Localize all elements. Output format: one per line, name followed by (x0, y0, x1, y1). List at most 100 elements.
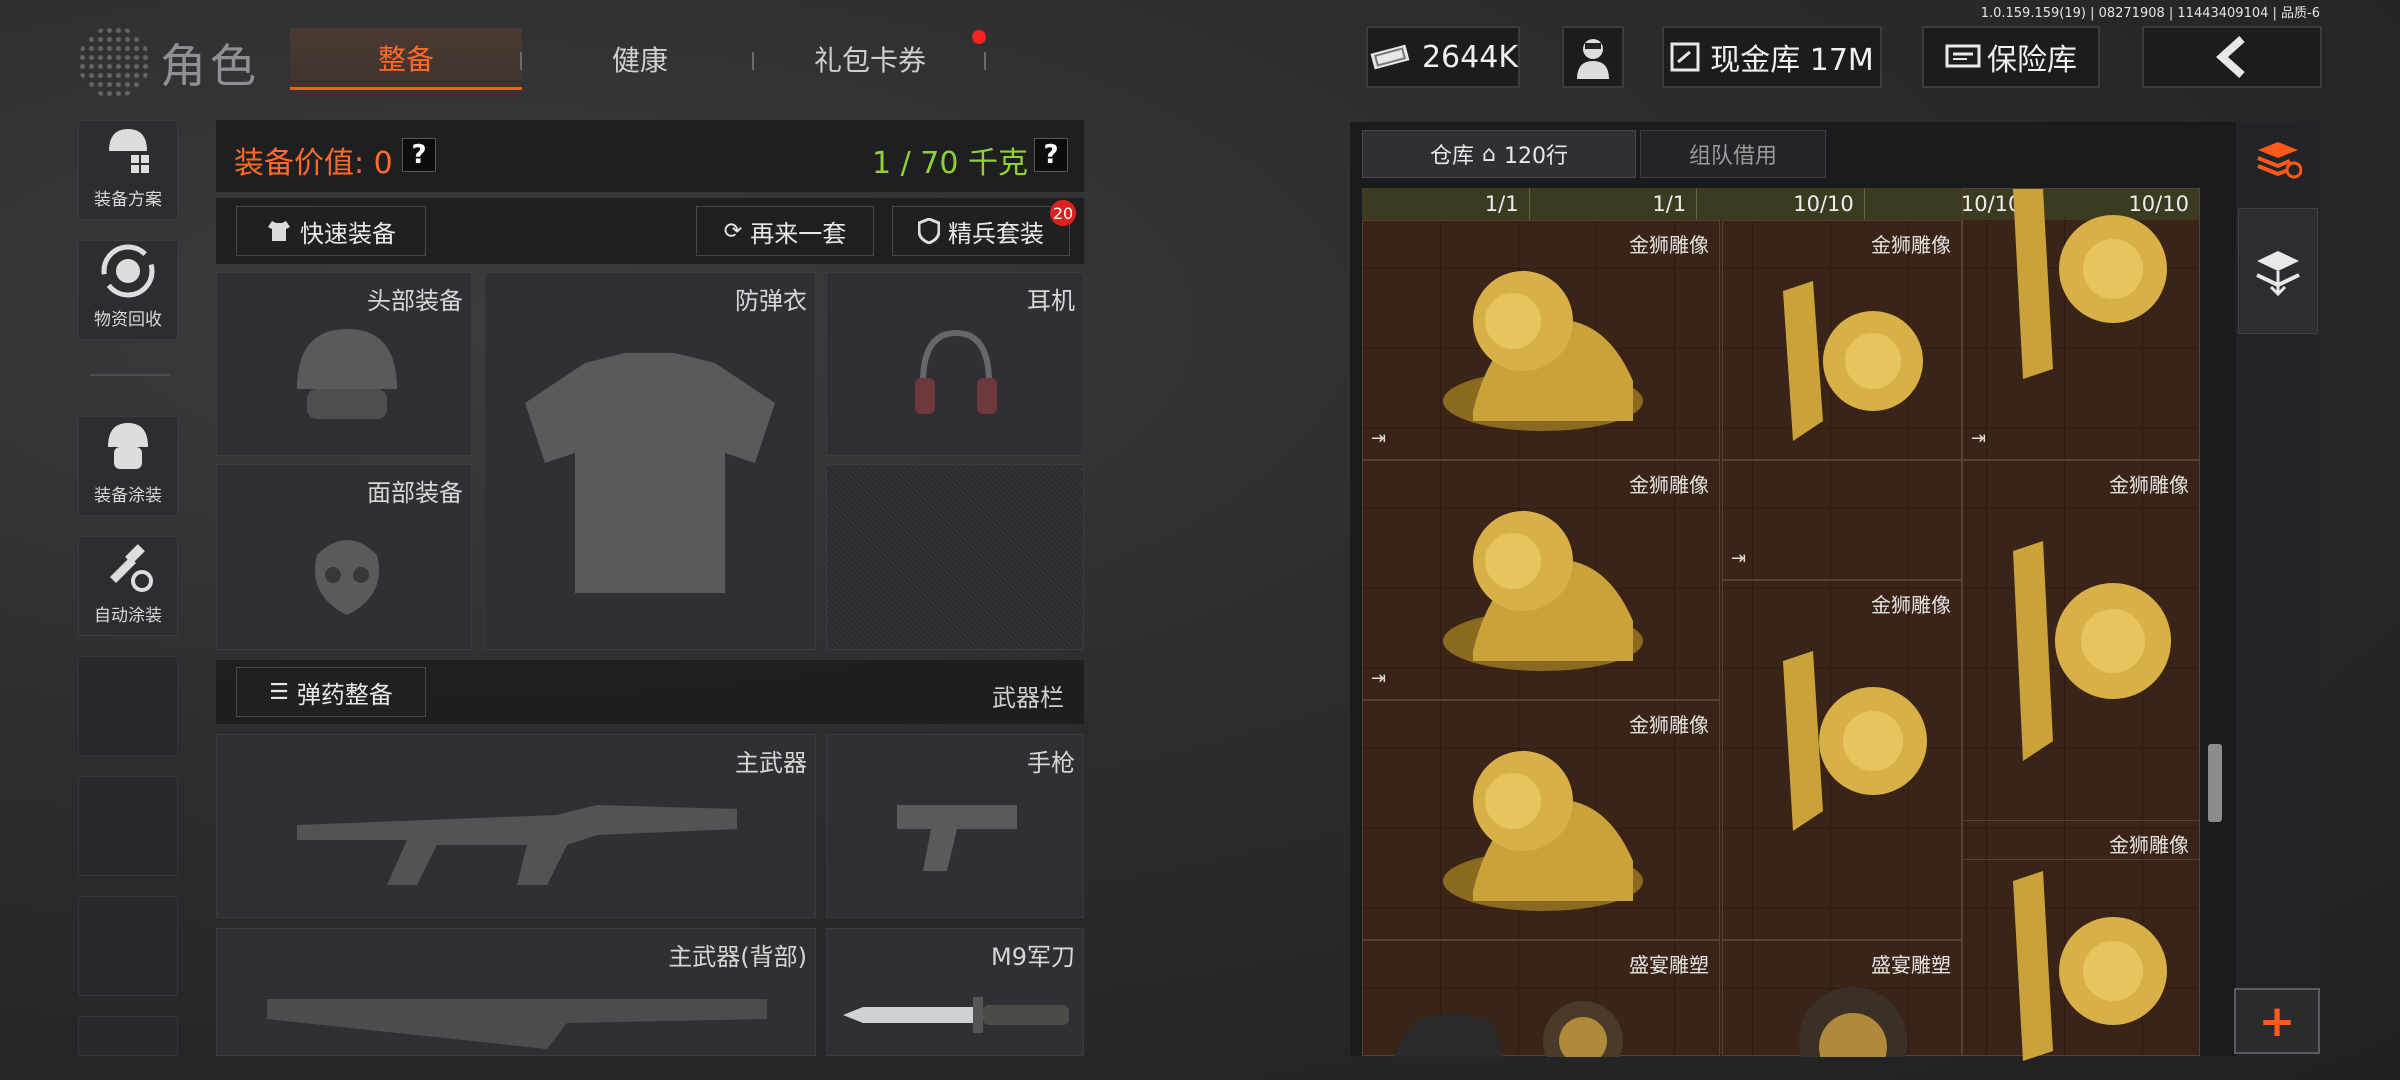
move-out-icon[interactable]: ⇥ (1731, 548, 1746, 569)
tab-team-borrow[interactable]: 组队借用 (1640, 130, 1826, 178)
gold-lion-statue-icon (1443, 751, 1643, 911)
headset-icon (915, 329, 997, 414)
move-out-icon[interactable]: ⇥ (1371, 428, 1386, 449)
head-gear-slot[interactable]: 头部装备 (216, 272, 472, 456)
storage-item[interactable]: ⇥ (1962, 188, 2200, 460)
storage-scrollbar[interactable] (2208, 744, 2222, 822)
weapon-bar-label: 武器栏 (992, 684, 1064, 712)
storage-item[interactable]: 盛宴雕塑 (1362, 940, 1720, 1057)
ammo-icon: ☰ (269, 679, 289, 705)
tab-health[interactable]: 健康 (530, 28, 750, 90)
again-set-button[interactable]: ⟳ 再来一套 (696, 206, 874, 256)
item-name: 盛宴雕塑 (1629, 953, 1709, 977)
slot-label: 手枪 (1027, 749, 1075, 777)
quick-equip-button[interactable]: 快速装备 (236, 206, 426, 256)
storage-item[interactable]: 金狮雕像 ⇥ (1362, 220, 1720, 460)
tab-equip[interactable]: 整备 (290, 28, 522, 90)
primary-back-weapon-slot[interactable]: 主武器(背部) (216, 928, 816, 1056)
body-armor-slot[interactable]: 防弹衣 (484, 272, 816, 650)
stack-count: 1/1 (1362, 188, 1530, 220)
layer-download-button[interactable] (2238, 208, 2318, 334)
storage-item[interactable]: 金狮雕像 (1722, 220, 1962, 460)
sidebar-item-recycle[interactable]: 物资回收 (78, 240, 178, 340)
knife-slot[interactable]: M9军刀 (826, 928, 1084, 1056)
layers-download-icon (2256, 251, 2300, 297)
pistol-icon (897, 805, 1017, 871)
safe-box-label: 保险库 (1987, 43, 2077, 78)
value-help-icon[interactable]: ? (402, 138, 436, 172)
empty-sidebar-slot (78, 896, 178, 996)
sidebar-item-auto-paint[interactable]: 自动涂装 (78, 536, 178, 636)
feast-sculpture-icon (1393, 1001, 1623, 1057)
slot-label: 面部装备 (367, 479, 463, 507)
equipment-value: 装备价值: 0 (234, 146, 393, 181)
storage-item[interactable]: 金狮雕像 (1962, 820, 2200, 1061)
equip-actions-bar: 快速装备 ⟳ 再来一套 精兵套装 20 (216, 198, 1084, 264)
slot-label: 头部装备 (367, 287, 463, 315)
equipment-value-bar: 装备价值: 0 ? 1 / 70 千克 ? (216, 120, 1084, 192)
safe-box-button[interactable]: 保险库 (1922, 26, 2100, 88)
again-set-label: 再来一套 (750, 219, 847, 248)
elite-set-badge: 20 (1050, 200, 1076, 226)
empty-sidebar-slot (78, 1016, 178, 1056)
elite-set-button[interactable]: 精兵套装 (892, 206, 1070, 256)
safe-icon (1945, 44, 1981, 68)
back-button[interactable] (2142, 26, 2322, 88)
stack-count: 1/1 (1530, 188, 1698, 220)
gold-lion-statue-icon (1783, 281, 1923, 441)
money-amount: 2644K (1421, 39, 1518, 75)
trader-button[interactable] (1562, 26, 1624, 88)
gold-lion-statue-icon (2013, 871, 2167, 1061)
auto-paint-icon (110, 544, 153, 592)
slot-label: 防弹衣 (735, 287, 807, 315)
tab-warehouse[interactable]: 仓库 ⌂ 120行 (1362, 130, 1636, 178)
primary-weapon-slot[interactable]: 主武器 (216, 734, 816, 918)
helmet-icon (297, 329, 397, 419)
tab-gift-coupons[interactable]: 礼包卡券 (760, 28, 980, 90)
ammo-bar: ☰ 弹药整备 武器栏 (216, 660, 1084, 724)
shirt-icon (268, 221, 290, 241)
elite-set-label: 精兵套装 (948, 219, 1044, 248)
warehouse-rows: 120行 (1503, 144, 1568, 169)
cash-icon (1370, 44, 1410, 70)
shield-icon (918, 218, 940, 244)
rifle-back-icon (267, 999, 767, 1049)
storage-item[interactable]: 金狮雕像 (1722, 580, 1962, 940)
gold-lion-statue-icon (1443, 511, 1643, 671)
back-arrow-icon (2216, 36, 2245, 78)
money-display[interactable]: 2644K (1366, 26, 1520, 88)
empty-sidebar-slot (78, 776, 178, 876)
recycle-icon (101, 244, 155, 298)
storage-item[interactable]: ⇥ (1722, 460, 1962, 580)
storage-item[interactable]: 金狮雕像 (1962, 460, 2200, 860)
quick-equip-label: 快速装备 (300, 219, 396, 248)
pistol-slot[interactable]: 手枪 (826, 734, 1084, 918)
add-button[interactable]: + (2234, 988, 2320, 1054)
move-out-icon[interactable]: ⇥ (1371, 668, 1386, 689)
move-out-icon[interactable]: ⇥ (1971, 428, 1986, 449)
vest-icon (525, 353, 775, 593)
gold-lion-statue-icon (1783, 651, 1927, 831)
storage-item[interactable]: 金狮雕像 (1362, 700, 1720, 940)
cash-vault-button[interactable]: 现金库 17M (1662, 26, 1882, 88)
sidebar-item-equip-paint[interactable]: 装备涂装 (78, 416, 178, 516)
storage-item[interactable]: 盛宴雕塑 (1722, 940, 1962, 1057)
empty-gear-slot (826, 464, 1084, 650)
storage-item[interactable]: 金狮雕像 ⇥ (1362, 460, 1720, 700)
slot-label: 主武器 (735, 749, 807, 777)
sort-button[interactable] (2238, 124, 2318, 196)
weight-help-icon[interactable]: ? (1034, 138, 1068, 172)
sidebar-item-label: 装备涂装 (94, 486, 162, 506)
sort-stack-icon (2257, 142, 2302, 179)
headset-slot[interactable]: 耳机 (826, 272, 1084, 456)
face-gear-slot[interactable]: 面部装备 (216, 464, 472, 650)
helmet-paint-icon (108, 423, 148, 469)
sidebar-item-loadout[interactable]: 装备方案 (78, 120, 178, 220)
slot-label: 主武器(背部) (668, 943, 807, 971)
tab-divider (752, 52, 754, 70)
gold-lion-statue-icon (2013, 189, 2167, 379)
ammo-prep-button[interactable]: ☰ 弹药整备 (236, 667, 426, 717)
slot-label: 耳机 (1027, 287, 1075, 315)
item-name: 金狮雕像 (1871, 593, 1951, 617)
item-name: 金狮雕像 (2109, 473, 2189, 497)
